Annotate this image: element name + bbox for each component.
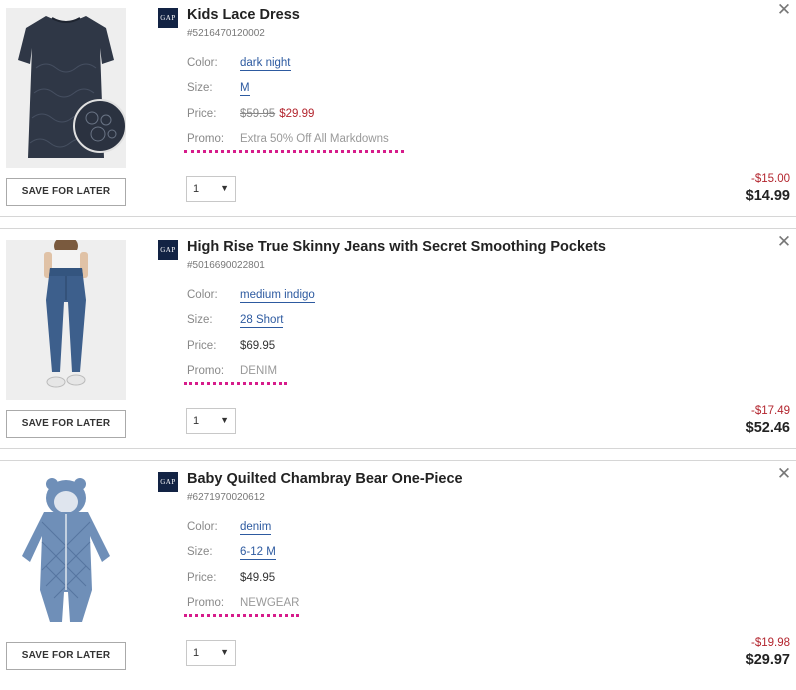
item-discount: -$19.98 bbox=[750, 637, 790, 649]
promo-underline bbox=[184, 614, 299, 617]
item-total: $52.46 bbox=[745, 420, 790, 436]
color-link[interactable]: medium indigo bbox=[240, 289, 315, 303]
product-title[interactable]: High Rise True Skinny Jeans with Secret … bbox=[187, 239, 606, 255]
size-value[interactable]: M bbox=[240, 82, 250, 96]
promo-underline bbox=[184, 150, 404, 153]
product-image[interactable] bbox=[6, 240, 126, 400]
item-total: $29.97 bbox=[745, 652, 790, 668]
promo-underline bbox=[184, 382, 287, 385]
size-value[interactable]: 6-12 M bbox=[240, 546, 276, 560]
product-sku: #6271970020612 bbox=[187, 492, 265, 503]
color-label: Color: bbox=[187, 521, 218, 533]
chevron-down-icon: ▼ bbox=[220, 415, 229, 425]
brand-logo: GAP bbox=[158, 8, 178, 28]
quantity-select[interactable]: 1 ▼ bbox=[186, 408, 236, 434]
save-for-later-button[interactable]: SAVE FOR LATER bbox=[6, 178, 126, 206]
size-label: Size: bbox=[187, 314, 213, 326]
quantity-value: 1 bbox=[193, 647, 200, 659]
cart-item: SAVE FOR LATER GAP Baby Quilted Chambray… bbox=[0, 465, 796, 690]
chevron-down-icon: ▼ bbox=[220, 183, 229, 193]
price-value: $69.95 bbox=[240, 340, 276, 352]
size-link[interactable]: 6-12 M bbox=[240, 546, 276, 560]
item-total: $14.99 bbox=[745, 188, 790, 204]
size-label: Size: bbox=[187, 546, 213, 558]
close-icon[interactable]: ✕ bbox=[776, 233, 792, 250]
divider bbox=[0, 216, 796, 217]
original-price: $59.95 bbox=[240, 108, 276, 120]
promo-value: DENIM bbox=[240, 365, 278, 377]
item-discount: -$15.00 bbox=[750, 173, 790, 185]
product-sku: #5216470120002 bbox=[187, 28, 265, 39]
price-label: Price: bbox=[187, 572, 217, 584]
quantity-select[interactable]: 1 ▼ bbox=[186, 176, 236, 202]
close-icon[interactable]: ✕ bbox=[776, 1, 792, 18]
color-link[interactable]: denim bbox=[240, 521, 272, 535]
size-value[interactable]: 28 Short bbox=[240, 314, 284, 328]
cart-item: SAVE FOR LATER GAP High Rise True Skinny… bbox=[0, 233, 796, 458]
color-label: Color: bbox=[187, 289, 218, 301]
color-label: Color: bbox=[187, 57, 218, 69]
color-value[interactable]: denim bbox=[240, 521, 272, 535]
price-label: Price: bbox=[187, 340, 217, 352]
product-sku: #5016690022801 bbox=[187, 260, 265, 271]
quantity-value: 1 bbox=[193, 415, 200, 427]
promo-value: Extra 50% Off All Markdowns bbox=[240, 133, 389, 145]
color-link[interactable]: dark night bbox=[240, 57, 291, 71]
quantity-select[interactable]: 1 ▼ bbox=[186, 640, 236, 666]
chevron-down-icon: ▼ bbox=[220, 647, 229, 657]
divider bbox=[0, 228, 796, 229]
divider bbox=[0, 460, 796, 461]
save-for-later-button[interactable]: SAVE FOR LATER bbox=[6, 410, 126, 438]
promo-label: Promo: bbox=[187, 133, 225, 145]
price-value: $49.95 bbox=[240, 572, 276, 584]
promo-label: Promo: bbox=[187, 365, 225, 377]
price-value: $59.95 $29.99 bbox=[240, 108, 314, 120]
color-value[interactable]: dark night bbox=[240, 57, 291, 71]
price-label: Price: bbox=[187, 108, 217, 120]
divider bbox=[0, 448, 796, 449]
save-for-later-button[interactable]: SAVE FOR LATER bbox=[6, 642, 126, 670]
product-title[interactable]: Kids Lace Dress bbox=[187, 7, 300, 23]
sale-price: $29.99 bbox=[279, 108, 315, 120]
quantity-value: 1 bbox=[193, 183, 200, 195]
size-label: Size: bbox=[187, 82, 213, 94]
close-icon[interactable]: ✕ bbox=[776, 465, 792, 482]
product-image[interactable] bbox=[6, 472, 126, 632]
promo-label: Promo: bbox=[187, 597, 225, 609]
brand-logo: GAP bbox=[158, 472, 178, 492]
product-title[interactable]: Baby Quilted Chambray Bear One-Piece bbox=[187, 471, 463, 487]
color-value[interactable]: medium indigo bbox=[240, 289, 315, 303]
brand-logo: GAP bbox=[158, 240, 178, 260]
cart-item: SAVE FOR LATER GAP Kids Lace Dress #5216… bbox=[0, 1, 796, 226]
size-link[interactable]: 28 Short bbox=[240, 314, 284, 328]
item-discount: -$17.49 bbox=[750, 405, 790, 417]
product-image[interactable] bbox=[6, 8, 126, 168]
size-link[interactable]: M bbox=[240, 82, 250, 96]
promo-value: NEWGEAR bbox=[240, 597, 300, 609]
